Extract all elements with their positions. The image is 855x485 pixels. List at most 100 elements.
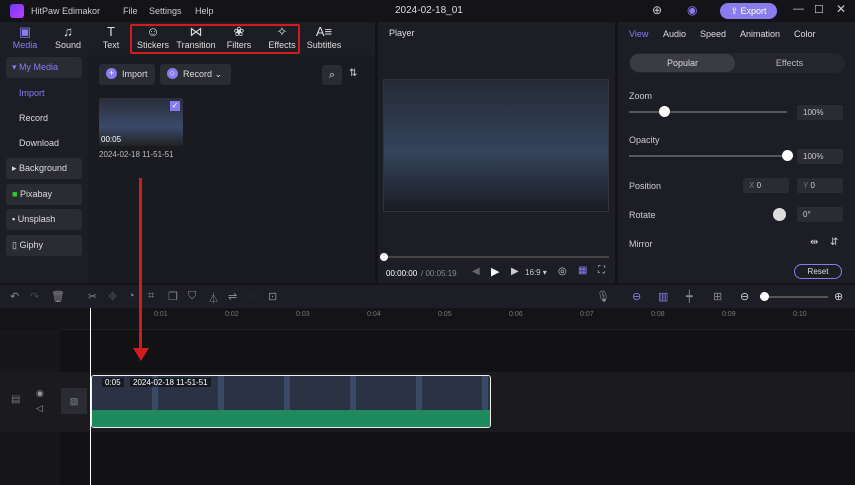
sort-icon[interactable]: ⇅	[349, 68, 357, 79]
sidebar-import[interactable]: Import	[19, 88, 45, 98]
tab-media[interactable]: ▣ Media	[3, 24, 47, 50]
opacity-slider[interactable]	[629, 150, 793, 161]
timeline-ruler[interactable]: 0:01 0:02 0:03 0:04 0:05 0:06 0:07 0:08 0:09 0:10	[60, 308, 855, 330]
position-y-input[interactable]: Y 0	[797, 178, 843, 193]
opacity-label: Opacity	[629, 135, 660, 145]
ruler-tick: 0:02	[225, 311, 239, 318]
tab-label: Media	[12, 40, 38, 50]
tab-subtitles[interactable]: A≡ Subtitles	[302, 24, 346, 50]
player-panel: Player 00:00:00 / 00:05:19 ◀ ▶ ▶ 16:9 ▾ …	[378, 22, 615, 283]
mirror-icon[interactable]: ⏃	[208, 290, 219, 306]
close-icon[interactable]: ✕	[836, 2, 846, 16]
freeze-icon[interactable]: ✥	[108, 290, 117, 303]
zoom-in-icon[interactable]: ⊕	[834, 290, 843, 303]
tab-speed[interactable]: Speed	[700, 29, 726, 39]
export-button[interactable]: ⇪ Export	[720, 3, 777, 19]
zoom-input[interactable]: 100%	[797, 105, 843, 120]
rotate-input[interactable]: 0°	[797, 207, 843, 222]
sidebar-download[interactable]: Download	[19, 138, 59, 148]
duplicate-icon[interactable]: ❐	[168, 290, 178, 303]
next-frame-icon[interactable]: ▶	[511, 266, 519, 277]
zoom-out-icon[interactable]: ⊖	[740, 290, 749, 303]
play-icon[interactable]: ▶	[491, 265, 499, 278]
tab-label: Sound	[54, 40, 82, 50]
sidebar-unsplash[interactable]: ▪ Unsplash	[6, 209, 82, 230]
annotation-arrow-head	[133, 348, 149, 361]
track-icon: ▤	[11, 394, 21, 405]
aspect-ratio-select[interactable]: 16:9 ▾	[525, 268, 547, 277]
app-title: HitPaw Edimakor	[31, 6, 101, 16]
playback-progress[interactable]	[380, 253, 609, 261]
flip-vertical-icon[interactable]: ⇵	[830, 237, 838, 248]
text-icon: T	[107, 24, 115, 39]
search-icon[interactable]: ⌕	[322, 65, 342, 85]
fit-icon[interactable]: ⊞	[713, 290, 722, 303]
zoom-slider[interactable]	[629, 106, 787, 117]
rotate-dial[interactable]	[773, 208, 786, 221]
maximize-icon[interactable]: ☐	[814, 3, 824, 16]
crop-frame-icon[interactable]: ▦	[578, 265, 587, 276]
tab-audio[interactable]: Audio	[663, 29, 686, 39]
ruler-tick: 0:03	[296, 311, 310, 318]
sidebar-record[interactable]: Record	[19, 113, 48, 123]
video-preview[interactable]	[383, 79, 609, 212]
snapshot-icon[interactable]: ◎	[558, 266, 567, 277]
tab-color[interactable]: Color	[794, 29, 816, 39]
sidebar-background[interactable]: ▸ Background	[6, 158, 82, 179]
media-library: + Import ○ Record ⌄ ⌕ ⇅ ✓ 00:05 2024-02-18…	[88, 55, 375, 355]
current-time: 00:00:00	[386, 269, 418, 278]
mirror-label: Mirror	[629, 239, 653, 249]
mute-icon[interactable]: ◁	[36, 403, 43, 414]
subtab-effects[interactable]: Effects	[737, 54, 842, 72]
tab-view[interactable]: View	[629, 29, 648, 39]
timeline-clip[interactable]: 0:05 2024-02-18 11-51-51	[91, 375, 491, 428]
tab-sound[interactable]: ♫ Sound	[46, 24, 90, 50]
download-icon[interactable]: ⊕	[652, 3, 662, 17]
sidebar-my-media[interactable]: ▾ My Media	[6, 57, 82, 78]
position-label: Position	[629, 181, 662, 191]
speed-icon[interactable]: ◔	[128, 290, 135, 302]
reset-button[interactable]: Reset	[794, 264, 842, 279]
snap-icon[interactable]: ▥	[658, 290, 668, 303]
flip-horizontal-icon[interactable]: ⇹	[810, 237, 818, 248]
sidebar-label: Pixabay	[19, 189, 52, 199]
export-label: Export	[740, 6, 767, 16]
visibility-icon[interactable]: ◉	[36, 388, 44, 399]
sidebar-pixabay[interactable]: ■ Pixabay	[6, 184, 82, 205]
redo-icon[interactable]: ↷	[30, 290, 39, 303]
text-box-icon[interactable]: ⊡	[268, 290, 277, 303]
cover-icon[interactable]: ▨	[61, 388, 87, 414]
tab-text[interactable]: T Text	[89, 24, 133, 50]
account-icon[interactable]: ◉	[687, 3, 697, 17]
menu-help[interactable]: Help	[195, 6, 214, 16]
record-button[interactable]: ○ Record ⌄	[160, 64, 231, 85]
flip-icon[interactable]: ⇌	[228, 290, 237, 303]
import-button[interactable]: + Import	[99, 64, 155, 85]
delete-icon[interactable]: 🗑	[51, 290, 65, 303]
timeline-zoom-slider[interactable]	[760, 292, 828, 301]
mask-icon[interactable]: ⛉	[188, 290, 196, 303]
position-x-input[interactable]: X 0	[743, 178, 789, 193]
menu-file[interactable]: File	[123, 6, 138, 16]
opacity-input[interactable]: 100%	[797, 149, 843, 164]
checkbox-checked[interactable]: ✓	[170, 101, 180, 111]
y-label: Y	[803, 181, 809, 190]
subtab-popular[interactable]: Popular	[630, 54, 735, 72]
sidebar-giphy[interactable]: ▯ Giphy	[6, 235, 82, 256]
microphone-icon[interactable]: 🎙	[596, 290, 610, 303]
clip-duration-label: 0:05	[102, 378, 124, 387]
crop-icon[interactable]: ⌗	[148, 290, 154, 303]
split-icon[interactable]: ✂	[88, 290, 97, 303]
prev-frame-icon[interactable]: ◀	[472, 266, 480, 277]
minimize-icon[interactable]: —	[793, 3, 804, 15]
reverse-icon[interactable]: ◌	[249, 290, 256, 302]
split-track-icon[interactable]: ┿	[686, 290, 693, 303]
tab-animation[interactable]: Animation	[740, 29, 780, 39]
media-thumbnail[interactable]: ✓ 00:05	[99, 98, 183, 146]
menu-settings[interactable]: Settings	[149, 6, 182, 16]
undo-icon[interactable]: ↶	[10, 290, 19, 303]
properties-panel: View Audio Speed Animation Color Popular…	[618, 22, 855, 283]
fullscreen-icon[interactable]: ⛶	[598, 265, 605, 276]
x-label: X	[749, 181, 755, 190]
link-icon[interactable]: ⊖	[632, 290, 641, 303]
